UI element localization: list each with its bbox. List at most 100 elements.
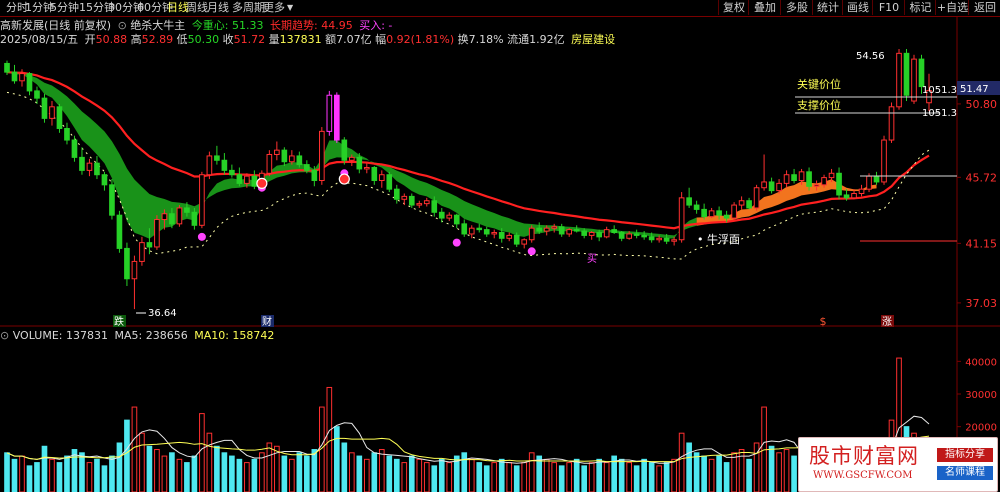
volume-bar[interactable] <box>573 458 580 492</box>
candle-body[interactable] <box>573 229 580 232</box>
candle-body[interactable] <box>154 219 160 248</box>
volume-bar[interactable] <box>656 465 662 492</box>
candle-body[interactable] <box>146 242 153 248</box>
candle-body[interactable] <box>161 213 168 221</box>
volume-bar[interactable] <box>169 452 175 492</box>
volume-bar[interactable] <box>161 455 168 492</box>
volume-bar[interactable] <box>86 462 93 492</box>
candle-body[interactable] <box>296 155 303 166</box>
candle-body[interactable] <box>393 188 400 200</box>
badge-teacher-course[interactable]: 名师课程 <box>937 466 993 480</box>
volume-bar[interactable] <box>206 432 213 492</box>
volume-bar[interactable] <box>566 462 573 492</box>
volume-bar[interactable] <box>4 452 10 492</box>
candle-body[interactable] <box>311 169 318 181</box>
candle-body[interactable] <box>558 226 565 235</box>
volume-bar[interactable] <box>154 449 160 492</box>
candle-body[interactable] <box>483 229 490 235</box>
candle-body[interactable] <box>468 227 475 235</box>
candle-body[interactable] <box>738 200 745 206</box>
candle-body[interactable] <box>851 193 857 199</box>
candle-body[interactable] <box>693 204 700 210</box>
volume-bar[interactable] <box>446 462 453 492</box>
volume-bar[interactable] <box>56 462 63 492</box>
candle-body[interactable] <box>221 159 228 171</box>
candle-body[interactable] <box>708 210 715 218</box>
volume-bar[interactable] <box>401 462 408 492</box>
candle-body[interactable] <box>656 237 662 241</box>
volume-bar[interactable] <box>603 462 610 492</box>
candle-body[interactable] <box>401 195 408 200</box>
volume-bar[interactable] <box>131 406 138 492</box>
candle-body[interactable] <box>416 203 423 206</box>
volume-bar[interactable] <box>783 449 790 492</box>
candle-body[interactable] <box>498 232 505 239</box>
volume-bar[interactable] <box>101 465 108 492</box>
volume-bar[interactable] <box>768 445 775 492</box>
volume-bar[interactable] <box>109 455 115 492</box>
candle-body[interactable] <box>41 97 48 119</box>
volume-bar[interactable] <box>626 462 632 492</box>
candle-body[interactable] <box>581 230 588 236</box>
candle-body[interactable] <box>356 156 363 170</box>
candle-body[interactable] <box>551 226 558 229</box>
volume-bar[interactable] <box>176 458 183 492</box>
volume-bar[interactable] <box>498 458 505 492</box>
candle-body[interactable] <box>701 208 707 218</box>
candle-body[interactable] <box>611 229 617 234</box>
volume-bar[interactable] <box>791 455 797 492</box>
candle-body[interactable] <box>566 229 573 235</box>
volume-bar[interactable] <box>199 413 205 492</box>
candle-body[interactable] <box>79 156 85 171</box>
volume-bar[interactable] <box>521 462 528 492</box>
volume-bar[interactable] <box>304 455 310 492</box>
candle-body[interactable] <box>4 62 10 73</box>
candle-body[interactable] <box>843 194 850 199</box>
candle-body[interactable] <box>26 73 33 92</box>
kline-chart[interactable]: 50.80 45.72 41.15 37.03 关键价位支撑价位 1051.3 1051.3… <box>0 0 1000 492</box>
candle-body[interactable] <box>753 187 760 209</box>
candle-body[interactable] <box>888 106 895 141</box>
candle-body[interactable] <box>911 58 917 102</box>
volume-bar[interactable] <box>581 465 588 492</box>
candle-body[interactable] <box>506 234 513 239</box>
volume-bar[interactable] <box>423 462 430 492</box>
volume-bar[interactable] <box>348 452 355 492</box>
candle-body[interactable] <box>896 52 902 108</box>
volume-bar[interactable] <box>513 465 520 492</box>
candle-body[interactable] <box>333 94 340 141</box>
candle-body[interactable] <box>176 207 183 225</box>
candle-body[interactable] <box>873 175 880 183</box>
candle-body[interactable] <box>56 106 63 129</box>
candle-body[interactable] <box>528 227 535 241</box>
volume-bar[interactable] <box>34 462 40 492</box>
candle-body[interactable] <box>206 155 213 176</box>
candle-body[interactable] <box>686 197 692 206</box>
candle-body[interactable] <box>821 177 827 186</box>
volume-bar[interactable] <box>708 458 715 492</box>
candle-body[interactable] <box>776 182 782 192</box>
volume-bar[interactable] <box>363 458 370 492</box>
candle-body[interactable] <box>71 139 78 158</box>
volume-bar[interactable] <box>483 465 490 492</box>
candle-body[interactable] <box>386 174 393 190</box>
badge-indicator-share[interactable]: 指标分享 <box>937 448 993 462</box>
volume-bar[interactable] <box>693 452 700 492</box>
candle-body[interactable] <box>453 214 460 225</box>
candle-body[interactable] <box>326 94 333 132</box>
candle-body[interactable] <box>304 164 310 171</box>
candle-body[interactable] <box>11 71 18 82</box>
volume-bar[interactable] <box>79 452 85 492</box>
candle-body[interactable] <box>618 232 625 239</box>
candle-body[interactable] <box>251 175 258 187</box>
candle-body[interactable] <box>34 90 40 99</box>
candle-body[interactable] <box>648 236 655 241</box>
candle-body[interactable] <box>94 162 100 176</box>
candle-body[interactable] <box>836 172 842 196</box>
candle-body[interactable] <box>319 130 325 181</box>
candle-body[interactable] <box>806 171 812 187</box>
volume-bar[interactable] <box>543 458 550 492</box>
volume-bar[interactable] <box>393 458 400 492</box>
candle-body[interactable] <box>813 184 820 187</box>
candle-body[interactable] <box>716 210 722 216</box>
